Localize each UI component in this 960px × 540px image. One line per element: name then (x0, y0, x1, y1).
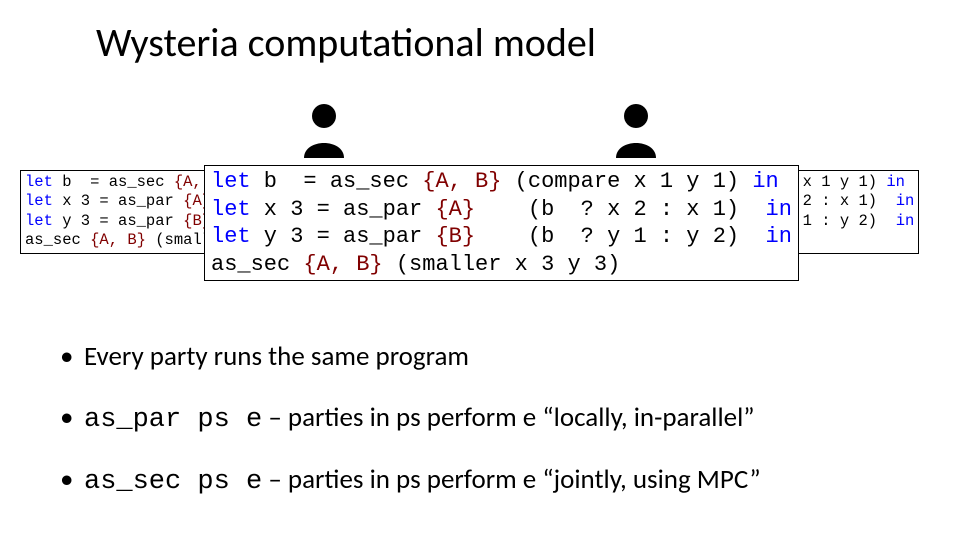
kw: in (896, 212, 915, 230)
bullet-list: •Every party runs the same program •as_p… (60, 340, 761, 525)
bullet-sep: – (262, 463, 288, 496)
set: {A, B} (303, 252, 382, 277)
kw: let (211, 224, 251, 249)
code-text: (compare x 1 y 1) (501, 169, 752, 194)
set: {A} (435, 197, 475, 222)
code-text: x 3 = as_par (251, 197, 436, 222)
code-text: (smaller x 3 y 3) (383, 252, 621, 277)
kw: in (766, 224, 792, 249)
code-text: b = as_sec (251, 169, 423, 194)
avatar-left-icon (298, 100, 350, 163)
kw: let (25, 192, 53, 210)
kw: in (752, 169, 778, 194)
code-text: as_sec (25, 231, 90, 249)
code-text: (b ? y 1 : y 2) (475, 224, 765, 249)
set: {A, B} (422, 169, 501, 194)
code-text: y 3 = as_par (53, 212, 183, 230)
avatar-right-icon (610, 100, 662, 163)
set: {B} (435, 224, 475, 249)
slide-title: Wysteria computational model (96, 18, 596, 67)
code-text: y 3 = as_par (251, 224, 436, 249)
bullet-text: parties in ps perform e “jointly, using … (288, 463, 761, 496)
avatars-row (0, 100, 960, 163)
code-text: x 3 = as_par (53, 192, 183, 210)
kw: let (25, 173, 53, 191)
kw: in (766, 197, 792, 222)
kw: let (211, 169, 251, 194)
kw: let (211, 197, 251, 222)
code-center: let b = as_sec {A, B} (compare x 1 y 1) … (204, 165, 799, 281)
slide: Wysteria computational model let b = as_… (0, 0, 960, 540)
bullet-code: as_sec ps e (84, 467, 262, 497)
bullet-code: as_par ps e (84, 405, 262, 435)
set: {A, B} (90, 231, 146, 249)
kw: in (896, 192, 915, 210)
kw: in (886, 173, 905, 191)
code-text: b = as_sec (53, 173, 174, 191)
bullet-text: Every party runs the same program (84, 340, 469, 373)
bullet-1: •Every party runs the same program (60, 340, 761, 373)
code-text: as_sec (211, 252, 303, 277)
bullet-text: parties in ps perform e “locally, in-par… (288, 401, 755, 434)
code-text: (b ? x 2 : x 1) (475, 197, 765, 222)
bullet-dot: • (60, 340, 84, 373)
bullet-2: •as_par ps e – parties in ps perform e “… (60, 401, 761, 435)
bullet-dot: • (60, 401, 84, 434)
bullet-3: •as_sec ps e – parties in ps perform e “… (60, 463, 761, 497)
bullet-dot: • (60, 463, 84, 496)
bullet-sep: – (262, 401, 288, 434)
kw: let (25, 212, 53, 230)
